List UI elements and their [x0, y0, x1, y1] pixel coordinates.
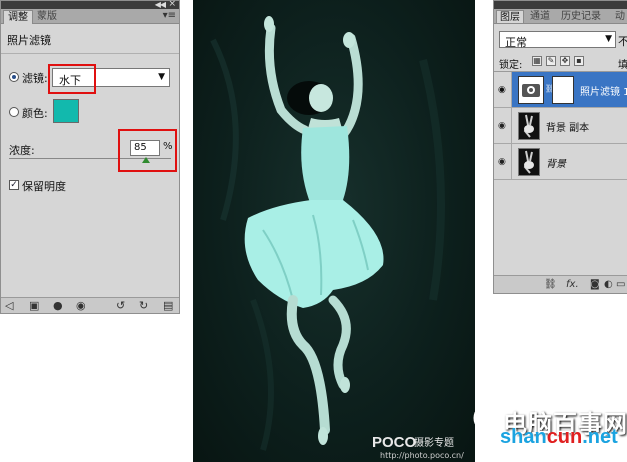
site-domain: shancun.net	[500, 426, 618, 449]
adjustment-icon[interactable]: ◐	[604, 279, 613, 290]
divider	[1, 53, 179, 54]
link-icon[interactable]: ⛓	[544, 279, 557, 290]
layer-row-background-copy[interactable]: ◉ 背景 副本	[494, 108, 627, 144]
adjustments-tabbar: 调整 蒙版 ▾≡	[1, 9, 179, 24]
density-label: 浓度:	[9, 144, 35, 157]
dancer-photo	[210, 16, 445, 451]
highlight-box-filter	[48, 64, 96, 94]
layer-thumbnail	[518, 112, 540, 140]
tab-layers[interactable]: 图层	[496, 10, 524, 23]
fx-icon[interactable]: fx.	[566, 279, 579, 290]
reset-icon[interactable]: ↻	[139, 300, 148, 312]
view-icon[interactable]: ▣	[29, 300, 39, 312]
color-swatch[interactable]	[53, 99, 79, 123]
filter-label: 滤镜:	[22, 72, 48, 85]
chevron-down-icon: ▼	[605, 34, 612, 44]
visibility-icon[interactable]: ◉	[76, 300, 86, 312]
lock-position-icon[interactable]: ✥	[560, 56, 570, 66]
adjustment-thumbnail	[518, 76, 544, 104]
opacity-label: 不	[618, 35, 627, 48]
layers-list: ◉ ⛓ 照片滤镜 1 ◉ 背景 副本 ◉ 背景	[494, 71, 627, 271]
blend-mode-select[interactable]: 正常 ▼	[499, 31, 616, 49]
preserve-luminosity-checkbox[interactable]: ✓	[9, 180, 19, 190]
folder-icon[interactable]: ▭	[616, 279, 625, 290]
photo-canvas	[193, 0, 475, 462]
tab-masks[interactable]: 蒙版	[33, 10, 61, 24]
lock-transparency-icon[interactable]: ▦	[532, 56, 542, 66]
close-icon[interactable]: ×	[168, 0, 176, 9]
layer-name: 背景	[546, 159, 566, 170]
panel-menu-icon[interactable]: ▾≡	[163, 10, 176, 21]
layer-name: 背景 副本	[546, 123, 590, 134]
eye-column: ◉	[494, 144, 512, 179]
trash-icon[interactable]: ▤	[163, 300, 173, 312]
tab-channels[interactable]: 通道	[527, 10, 553, 23]
fill-label: 填	[618, 60, 627, 71]
site-domain-suffix: .net	[582, 426, 618, 448]
adjustments-panel: ◀◀ × 调整 蒙版 ▾≡ 照片滤镜 滤镜: 水下 ▼ 颜色: 浓度: 85 %…	[0, 0, 180, 314]
adjustments-toolbar: ◁ ▣ ● ◉ ↺ ↻ ▤	[1, 297, 179, 313]
adjustment-title: 照片滤镜	[7, 34, 51, 47]
color-radio[interactable]	[9, 107, 19, 117]
panel-title-strip	[494, 1, 627, 9]
site-logo-icon	[473, 403, 503, 433]
highlight-box-density	[118, 129, 177, 172]
eye-icon[interactable]: ◉	[498, 157, 506, 167]
previous-state-icon[interactable]: ↺	[116, 300, 125, 312]
layer-thumbnail	[518, 148, 540, 176]
lock-all-icon[interactable]: ▪	[574, 56, 584, 66]
eye-icon[interactable]: ◉	[498, 121, 506, 131]
watermark-poco: POCO	[372, 434, 417, 451]
filter-radio[interactable]	[9, 72, 19, 82]
watermark-url: http://photo.poco.cn/	[380, 451, 464, 460]
preserve-luminosity-label: 保留明度	[22, 180, 66, 193]
panel-title-strip: ◀◀ ×	[1, 0, 179, 9]
layers-tabbar: 图层 通道 历史记录 动	[494, 9, 627, 24]
tab-history[interactable]: 历史记录	[558, 10, 604, 23]
watermark-subtitle: 摄影专题	[414, 438, 454, 449]
layers-panel: 图层 通道 历史记录 动 正常 ▼ 不 锁定: ▦ ✎ ✥ ▪ 填 ◉ ⛓ 照片…	[493, 0, 627, 294]
tab-actions[interactable]: 动	[612, 10, 627, 23]
lock-pixels-icon[interactable]: ✎	[546, 56, 556, 66]
site-domain-prefix: shan	[500, 426, 547, 448]
eye-column: ◉	[494, 72, 512, 107]
chevron-down-icon: ▼	[158, 72, 165, 82]
mask-thumbnail	[552, 76, 574, 104]
tab-adjustments[interactable]: 调整	[3, 10, 33, 24]
layer-row-photo-filter[interactable]: ◉ ⛓ 照片滤镜 1	[494, 72, 627, 108]
eye-column: ◉	[494, 108, 512, 143]
color-label: 颜色:	[22, 107, 48, 120]
layers-toolbar: ⛓ fx. ◙ ◐ ▭	[494, 275, 627, 293]
eye-icon[interactable]: ◉	[498, 85, 506, 95]
clip-icon[interactable]: ●	[53, 300, 63, 312]
site-domain-mid: cun	[546, 426, 583, 448]
layer-name: 照片滤镜 1	[580, 87, 627, 98]
back-arrow-icon[interactable]: ◁	[5, 300, 13, 312]
blend-mode-value: 正常	[505, 36, 527, 49]
lock-label: 锁定:	[499, 60, 523, 71]
collapse-icon[interactable]: ◀◀	[155, 0, 166, 9]
mask-icon[interactable]: ◙	[590, 279, 600, 290]
layer-row-background[interactable]: ◉ 背景	[494, 144, 627, 180]
